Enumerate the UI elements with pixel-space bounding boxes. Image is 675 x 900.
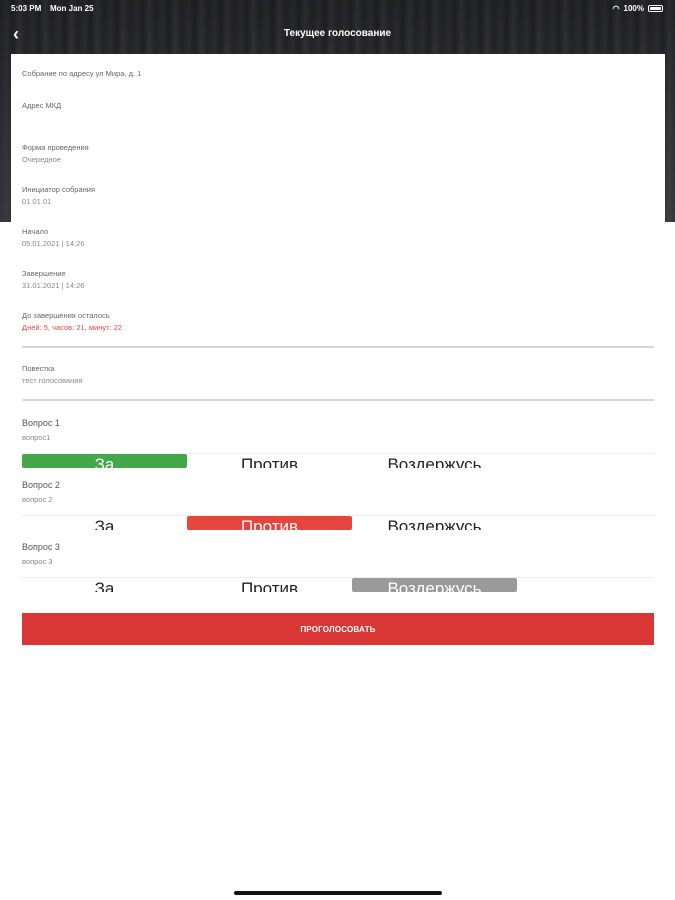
question-title: Вопрос 2 (22, 480, 60, 490)
vote-option-against[interactable]: Против (187, 516, 352, 530)
address-field: Адрес МКД (22, 101, 61, 115)
question-title: Вопрос 1 (22, 418, 60, 428)
question-subtitle: вопрос 3 (22, 557, 53, 566)
vote-option-label: Против (240, 517, 299, 530)
vote-button[interactable]: ПРОГОЛОСОВАТЬ (22, 613, 654, 645)
vote-option-label: За (94, 517, 115, 530)
form-value: Очередное (22, 155, 61, 164)
vote-segmented-control: За Против Воздержусь (22, 577, 654, 592)
status-bar: 5:03 PM Mon Jan 25 ◠ 100% (0, 0, 675, 16)
vote-option-against[interactable]: Против (187, 454, 352, 468)
battery-percent: 100% (623, 4, 644, 13)
vote-option-label: Воздержусь (387, 455, 482, 468)
status-time: 5:03 PM (11, 4, 42, 13)
vote-option-for[interactable]: За (22, 578, 187, 592)
vote-segmented-control: За Против Воздержусь (22, 453, 654, 468)
vote-option-label: Против (240, 455, 299, 468)
vote-option-abstain[interactable]: Воздержусь (352, 454, 517, 468)
meeting-heading-text: Собрание по адресу ул Мира, д. 1 (22, 69, 142, 78)
end-field: Завершение 31.01.2021 | 14:26 (22, 269, 84, 290)
form-label: Форма проведения (22, 143, 89, 152)
remaining-field: До завершения осталось Дней: 5, часов: 2… (22, 311, 122, 332)
home-indicator[interactable] (234, 891, 442, 895)
vote-option-for[interactable]: За (22, 516, 187, 530)
page-title: Текущее голосование (283, 28, 392, 39)
vote-option-label: Воздержусь (387, 579, 482, 592)
vote-option-against[interactable]: Против (187, 578, 352, 592)
vote-option-label: Против (240, 579, 299, 592)
divider (22, 346, 654, 348)
vote-option-abstain[interactable]: Воздержусь (352, 578, 517, 592)
agenda-value: тест голосования (22, 376, 83, 385)
vote-segmented-control: За Против Воздержусь (22, 515, 654, 530)
status-right: ◠ 100% (613, 4, 663, 13)
question-subtitle: вопрос 2 (22, 495, 53, 504)
end-value: 31.01.2021 | 14:26 (22, 281, 85, 290)
start-field: Начало 05.01.2021 | 14:26 (22, 227, 84, 248)
initiator-label: Инициатор собрания (22, 185, 96, 194)
initiator-value: 01 01 01 (22, 197, 52, 206)
address-label: Адрес МКД (22, 101, 62, 110)
question-subtitle: вопрос1 (22, 433, 51, 442)
start-label: Начало (22, 227, 49, 236)
vote-option-label: За (94, 455, 115, 468)
divider (22, 399, 654, 401)
remaining-value: Дней: 5, часов: 21, минут: 22 (22, 323, 123, 332)
meeting-heading: Собрание по адресу ул Мира, д. 1 (22, 69, 141, 78)
form-field: Форма проведения Очередное (22, 143, 89, 164)
meeting-card (11, 54, 665, 900)
vote-option-abstain[interactable]: Воздержусь (352, 516, 517, 530)
status-date: Mon Jan 25 (50, 4, 94, 13)
question-title: Вопрос 3 (22, 542, 60, 552)
end-label: Завершение (22, 269, 66, 278)
vote-option-label: За (94, 579, 115, 592)
wifi-icon: ◠ (612, 4, 620, 13)
start-value: 05.01.2021 | 14:26 (22, 239, 85, 248)
agenda-label: Повестка (22, 364, 55, 373)
vote-option-label: Воздержусь (387, 517, 482, 530)
battery-icon (648, 5, 663, 12)
agenda-field: Повестка тест голосования (22, 364, 82, 385)
navigation-bar: ‹ Текущее голосование (0, 22, 675, 48)
initiator-field: Инициатор собрания 01 01 01 (22, 185, 95, 206)
vote-option-for[interactable]: За (22, 454, 187, 468)
remaining-label: До завершения осталось (22, 311, 110, 320)
